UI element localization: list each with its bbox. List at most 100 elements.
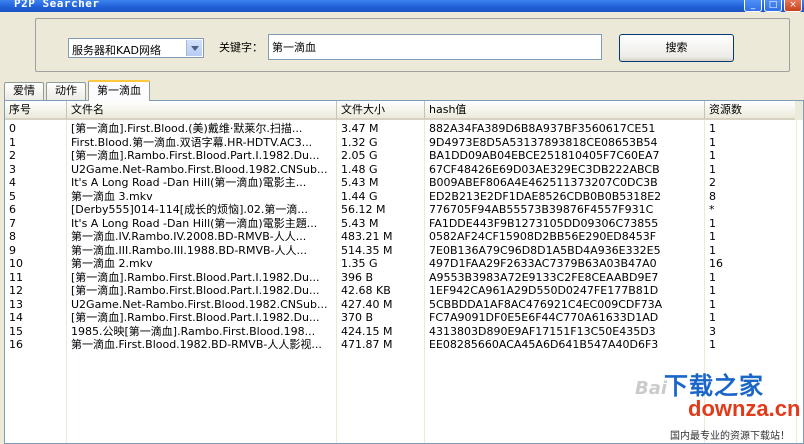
cell-filesize: 514.35 M [341, 243, 393, 257]
cell-index: 5 [9, 189, 16, 203]
title-bar[interactable]: P2P Searcher _ □ × [0, 0, 804, 12]
cell-filesize: 5.43 M [341, 216, 379, 230]
cell-sources: 1 [709, 297, 716, 311]
tab-action[interactable]: 动作 [46, 82, 86, 100]
cell-filesize: 1.32 G [341, 135, 378, 149]
cell-filesize: 471.87 M [341, 338, 393, 351]
table-row[interactable]: 16 第一滴血.First.Blood.1982.BD-RMVB-人人影视... 4… [5, 338, 803, 351]
table-row[interactable]: 12 [第一滴血].Rambo.First.Blood.Part.I.1982.D… [5, 284, 803, 297]
cell-filename: [第一滴血].Rambo.First.Blood.Part.I.1982.Du.… [71, 149, 320, 162]
table-row[interactable]: 13 U2Game.Net-Rambo.First.Blood.1982.CNSu… [5, 297, 803, 311]
cell-index: 11 [9, 270, 23, 284]
cell-index: 8 [9, 230, 16, 243]
cell-index: 4 [9, 176, 16, 189]
table-row[interactable]: 0 [第一滴血].First.Blood.(美)戴维·默莱尔.扫描... 3.47 … [5, 122, 803, 135]
cell-filename: [第一滴血].Rambo.First.Blood.Part.I.1982.Du.… [71, 311, 320, 324]
cell-sources: 1 [709, 135, 716, 149]
column-header-filename[interactable]: 文件名 [67, 101, 337, 120]
cell-sources: 1 [709, 338, 716, 351]
maximize-button[interactable]: □ [764, 0, 782, 12]
logo-en-text: downza.cn [688, 396, 801, 421]
cell-hash: 9D4973E8D5A53137893818CE08653B54 [429, 135, 658, 149]
column-header-sources[interactable]: 资源数 [705, 101, 797, 120]
cell-filesize: 2.05 G [341, 149, 378, 162]
cell-filename: [第一滴血].Rambo.First.Blood.Part.I.1982.Du.… [71, 270, 320, 284]
cell-sources: 1 [709, 284, 716, 297]
cell-hash: FC7A9091DF0E5E6F44C770A61633D1AD [429, 311, 659, 324]
table-row[interactable]: 6 [Derby555]014-114[成长的烦恼].02.第一滴... 56.12… [5, 203, 803, 216]
cell-hash: 7E0B136A79C96D8D1A5BD4A936E332E5 [429, 243, 661, 257]
table-row[interactable]: 5 第一滴血 3.mkv 1.44 G ED2B213E2DF1DAE8526CDB0… [5, 189, 803, 203]
window-title: P2P Searcher [14, 0, 100, 10]
cell-index: 16 [9, 338, 23, 351]
cell-index: 0 [9, 122, 16, 135]
cell-index: 6 [9, 203, 16, 216]
table-row[interactable]: 8 第一滴血.IV.Rambo.IV.2008.BD-RMVB-人人... 483.… [5, 230, 803, 243]
tab-romance[interactable]: 爱情 [4, 82, 44, 100]
keyword-input[interactable] [268, 34, 602, 60]
cell-sources: 16 [709, 257, 723, 270]
tab-first-blood[interactable]: 第一滴血 [88, 80, 150, 101]
cell-sources: 1 [709, 122, 716, 135]
cell-hash: 882A34FA389D6B8A937BF3560617CE51 [429, 122, 656, 135]
cell-sources: 1 [709, 311, 716, 324]
cell-index: 14 [9, 311, 23, 324]
cell-sources: 3 [709, 324, 716, 338]
table-row[interactable]: 3 U2Game.Net-Rambo.First.Blood.1982.CNSub… [5, 162, 803, 176]
keyword-label: 关键字： [219, 41, 263, 54]
table-row[interactable]: 11 [第一滴血].Rambo.First.Blood.Part.I.1982.D… [5, 270, 803, 284]
cell-hash: 0582AF24CF15908D2BB56E290ED8453F [429, 230, 657, 243]
cell-filesize: 370 B [341, 311, 374, 324]
cell-hash: 5CBBDDA1AF8AC476921C4EC009CDF73A [429, 297, 663, 311]
search-button[interactable]: 搜索 [619, 34, 734, 62]
cell-sources: 1 [709, 230, 716, 243]
cell-filename: 第一滴血.First.Blood.1982.BD-RMVB-人人影视... [71, 338, 322, 351]
logo-tagline: 国内最专业的资源下载站！ [670, 431, 790, 442]
close-button[interactable]: × [784, 0, 802, 12]
cell-filesize: 396 B [341, 270, 374, 284]
table-row[interactable]: 14 [第一滴血].Rambo.First.Blood.Part.I.1982.D… [5, 311, 803, 324]
cell-filesize: 1.44 G [341, 189, 378, 203]
chevron-down-icon[interactable] [186, 40, 202, 56]
table-row[interactable]: 9 第一滴血.III.Rambo.III.1988.BD-RMVB-人人... 51… [5, 243, 803, 257]
column-header-index[interactable]: 序号 [5, 101, 67, 120]
cell-filesize: 3.47 M [341, 122, 379, 135]
cell-sources: 1 [709, 162, 716, 176]
table-row[interactable]: 4 It's A Long Road -Dan Hill(第一滴血)電影主...… [5, 176, 803, 189]
source-select[interactable]: 服务器和KAD网络 [68, 38, 204, 58]
cell-hash: BA1DD09AB04EBCE251810405F7C60EA7 [429, 149, 660, 162]
cell-filesize: 483.21 M [341, 230, 393, 243]
cell-sources: 1 [709, 149, 716, 162]
cell-hash: 4313803D890E9AF17151F13C50E435D3 [429, 324, 656, 338]
cell-hash: B009ABEF806A4E462511373207C0DC3B [429, 176, 658, 189]
table-row[interactable]: 15 1985.公映[第一滴血].Rambo.First.Blood.198...… [5, 324, 803, 338]
cell-hash: 67CF48426E69D03AE329EC3DB222ABCB [429, 162, 660, 176]
cell-sources: 2 [709, 176, 716, 189]
minimize-button[interactable]: _ [744, 0, 762, 12]
column-header-filesize[interactable]: 文件大小 [337, 101, 425, 120]
cell-filename: U2Game.Net-Rambo.First.Blood.1982.CNSub.… [71, 297, 328, 311]
cell-index: 7 [9, 216, 16, 230]
table-row[interactable]: 7 It's A Long Road -Dan Hill(第一滴血)電影主題...… [5, 216, 803, 230]
cell-filesize: 42.68 KB [341, 284, 391, 297]
baidu-watermark: Bai [635, 378, 668, 399]
cell-hash: ED2B213E2DF1DAE8526CDB0B0B5318E2 [429, 189, 662, 203]
cell-filename: 第一滴血 3.mkv [71, 189, 153, 203]
cell-filename: It's A Long Road -Dan Hill(第一滴血)電影主... [71, 176, 307, 189]
cell-filename: 第一滴血 2.mkv [71, 257, 153, 270]
table-row[interactable]: 2 [第一滴血].Rambo.First.Blood.Part.I.1982.Du… [5, 149, 803, 162]
cell-filesize: 427.40 M [341, 297, 393, 311]
cell-filename: 1985.公映[第一滴血].Rambo.First.Blood.198... [71, 324, 316, 338]
column-header-hash[interactable]: hash值 [425, 101, 705, 120]
cell-sources: 1 [709, 216, 716, 230]
cell-hash: 776705F94AB55573B39876F4557F931C [429, 203, 654, 216]
table-row[interactable]: 1 First.Blood.第一滴血.双语字幕.HR-HDTV.AC3... 1.3… [5, 135, 803, 149]
table-row[interactable]: 10 第一滴血 2.mkv 1.35 G 497D1FAA29F2633AC7379B… [5, 257, 803, 270]
header-filler [795, 101, 803, 120]
cell-index: 13 [9, 297, 23, 311]
cell-index: 1 [9, 135, 16, 149]
cell-index: 9 [9, 243, 16, 257]
cell-filename: [Derby555]014-114[成长的烦恼].02.第一滴... [71, 203, 308, 216]
cell-filesize: 56.12 M [341, 203, 386, 216]
cell-sources: 1 [709, 270, 716, 284]
